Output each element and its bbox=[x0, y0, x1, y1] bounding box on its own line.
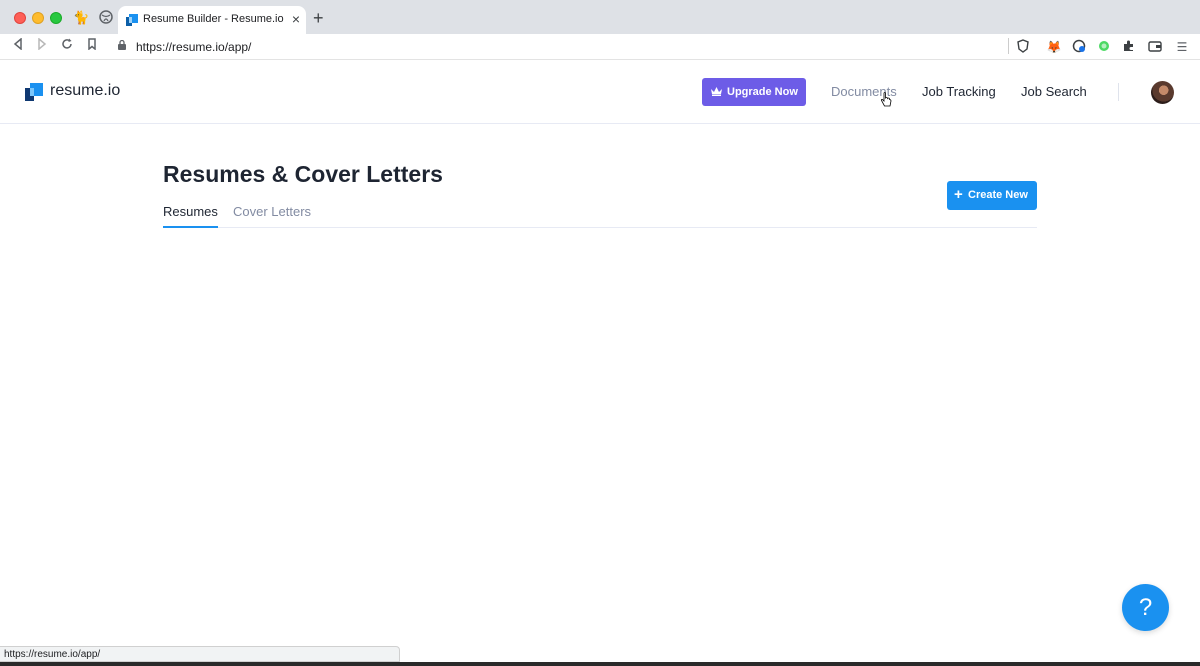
tab-title: Resume Builder - Resume.io bbox=[143, 13, 284, 25]
back-icon[interactable] bbox=[10, 37, 26, 54]
brave-shield-icon[interactable] bbox=[1015, 39, 1031, 55]
maximize-window-button[interactable] bbox=[50, 12, 62, 24]
pinned-tab-globe-icon[interactable] bbox=[98, 10, 114, 26]
lock-icon bbox=[118, 40, 126, 50]
crown-icon bbox=[711, 87, 722, 96]
address-bar[interactable]: https://resume.io/app/ bbox=[108, 36, 1008, 58]
metamask-extension-icon[interactable]: 🦊 bbox=[1046, 39, 1062, 55]
wallet-icon[interactable] bbox=[1147, 39, 1163, 55]
active-browser-tab[interactable]: Resume Builder - Resume.io × bbox=[118, 6, 306, 34]
browser-tab-bar: 🐈 Resume Builder - Resume.io × + bbox=[0, 0, 1200, 34]
new-tab-button[interactable]: + bbox=[313, 9, 324, 27]
plus-icon: + bbox=[954, 186, 963, 203]
tab-resumes[interactable]: Resumes bbox=[163, 204, 218, 228]
upgrade-now-button[interactable]: Upgrade Now bbox=[702, 78, 806, 106]
nav-job-tracking[interactable]: Job Tracking bbox=[922, 84, 996, 99]
toolbar-divider bbox=[1008, 38, 1009, 54]
create-new-label: Create New bbox=[968, 189, 1028, 201]
header-divider bbox=[1118, 83, 1119, 101]
extensions-puzzle-icon[interactable] bbox=[1121, 39, 1137, 55]
tab-close-icon[interactable]: × bbox=[292, 11, 300, 27]
browser-toolbar: https://resume.io/app/ 🦊 ☰ bbox=[0, 34, 1200, 60]
reload-icon[interactable] bbox=[59, 38, 75, 54]
browser-status-bar: https://resume.io/app/ bbox=[0, 646, 400, 662]
nav-job-search[interactable]: Job Search bbox=[1021, 84, 1087, 99]
menu-icon[interactable]: ☰ bbox=[1174, 39, 1190, 55]
pinned-tab-cat-icon[interactable]: 🐈 bbox=[73, 10, 89, 26]
document-tabs: Resumes Cover Letters bbox=[163, 204, 1037, 228]
grammar-extension-icon[interactable] bbox=[1071, 39, 1087, 55]
user-avatar[interactable] bbox=[1151, 81, 1174, 104]
green-extension-icon[interactable] bbox=[1096, 39, 1112, 55]
resume-io-logo-icon[interactable] bbox=[25, 83, 43, 101]
tab-cover-letters[interactable]: Cover Letters bbox=[233, 204, 311, 228]
forward-icon[interactable] bbox=[34, 37, 50, 54]
close-window-button[interactable] bbox=[14, 12, 26, 24]
bookmark-icon[interactable] bbox=[84, 38, 100, 54]
logo-text[interactable]: resume.io bbox=[50, 82, 120, 100]
hand-cursor-icon bbox=[880, 92, 892, 107]
window-bottom-edge bbox=[0, 662, 1200, 666]
help-button[interactable]: ? bbox=[1122, 584, 1169, 631]
app-header: resume.io Upgrade Now Documents Job Trac… bbox=[0, 61, 1200, 124]
page-title: Resumes & Cover Letters bbox=[163, 161, 443, 187]
url-text: https://resume.io/app/ bbox=[136, 40, 252, 54]
resume-favicon-icon bbox=[126, 14, 138, 26]
minimize-window-button[interactable] bbox=[32, 12, 44, 24]
upgrade-now-label: Upgrade Now bbox=[727, 86, 798, 98]
